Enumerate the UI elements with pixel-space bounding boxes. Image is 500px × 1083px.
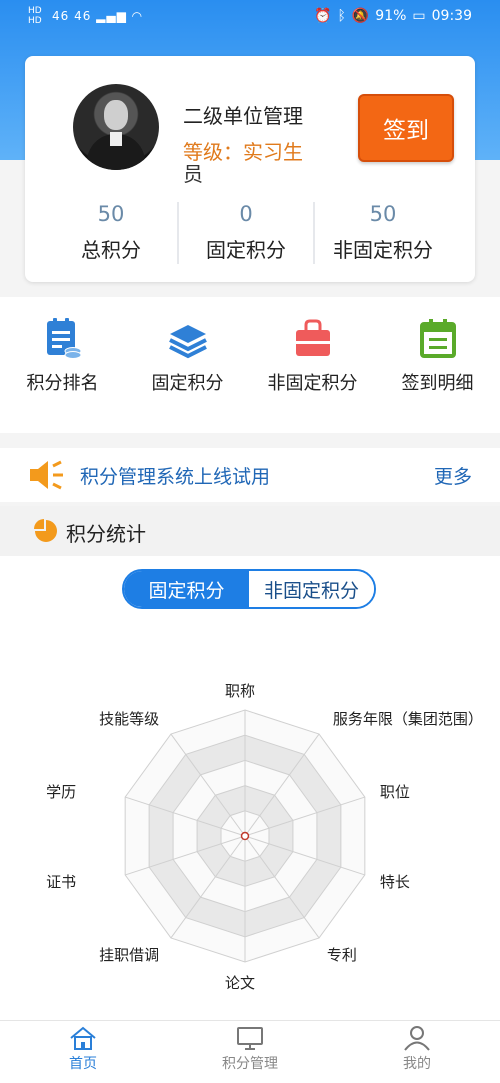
status-bar: HD HD 46 46 ▂▄▆ ◠ ⏰ ᛒ 🔕 91% ▭ 09:39 — [0, 0, 500, 34]
stats-row: 50 总积分 0 固定积分 50 非固定积分 — [25, 196, 475, 272]
alarm-icon: ⏰ — [314, 8, 332, 24]
menu-label: 签到明细 — [401, 373, 474, 394]
radar-axis-label: 职位 — [379, 782, 410, 801]
signal-icon: 46 46 ▂▄▆ ◠ — [52, 9, 144, 23]
quick-menu: 积分排名 固定积分 非固定积分 签到明细 — [0, 297, 500, 433]
menu-signin-detail[interactable]: 签到明细 — [375, 317, 500, 395]
radar-point — [240, 831, 250, 841]
menu-fixed[interactable]: 固定积分 — [125, 317, 250, 395]
unit-name: 二级单位管理 — [183, 104, 303, 128]
tab-fixed-points[interactable]: 固定积分 — [124, 571, 249, 607]
home-icon — [70, 1026, 96, 1050]
tab-nonfixed-points[interactable]: 非固定积分 — [249, 571, 374, 607]
tab-label: 首页 — [69, 1056, 97, 1072]
stat-label: 固定积分 — [206, 238, 286, 262]
status-right: ⏰ ᛒ 🔕 91% ▭ 09:39 — [308, 8, 472, 24]
stat-label: 非固定积分 — [333, 238, 433, 262]
radar-axis-label: 职称 — [225, 682, 256, 700]
unit-name-wrap: 员 — [183, 162, 203, 186]
avatar[interactable] — [73, 84, 159, 170]
ranking-doc-icon — [46, 318, 81, 359]
section-title: 积分统计 — [66, 522, 146, 546]
profile-card: 二级单位管理 等级：实习生 员 签到 50 总积分 0 固定积分 50 非固定积… — [25, 56, 475, 282]
bag-icon — [295, 319, 330, 356]
more-link[interactable]: 更多 — [434, 462, 472, 489]
radar-axis-label: 服务年限（集团范围） — [332, 709, 483, 728]
radar-axis-label: 学历 — [46, 782, 77, 801]
radar-axis-label: 特长 — [379, 873, 410, 892]
stat-value: 50 — [369, 202, 397, 226]
tab-label: 我的 — [403, 1056, 431, 1072]
notice-bar[interactable]: 积分管理系统上线试用 更多 — [0, 448, 500, 502]
radar-axis-label: 挂职借调 — [99, 946, 160, 965]
hd-badges: HD HD — [28, 6, 42, 26]
bluetooth-icon: ᛒ — [337, 8, 346, 24]
battery-percent: 91% — [375, 8, 407, 24]
menu-label: 积分排名 — [26, 373, 99, 394]
stat-value: 50 — [97, 202, 125, 226]
battery-icon: ▭ — [412, 8, 426, 24]
mute-icon: 🔕 — [351, 8, 370, 24]
radar-axis-label: 证书 — [46, 873, 77, 892]
menu-nonfixed[interactable]: 非固定积分 — [250, 317, 375, 395]
radar-axis-label: 技能等级 — [99, 709, 160, 728]
section-header: 积分统计 — [0, 506, 500, 556]
stat-nonfixed[interactable]: 50 非固定积分 — [313, 196, 453, 263]
speaker-icon — [30, 460, 63, 490]
tab-mine[interactable]: 我的 — [334, 1025, 500, 1073]
tab-points-mgmt[interactable]: 积分管理 — [167, 1025, 333, 1073]
stat-label: 总积分 — [81, 238, 141, 262]
bottom-tab-bar: 首页 积分管理 我的 — [0, 1020, 500, 1083]
signin-button[interactable]: 签到 — [358, 94, 454, 162]
menu-label: 固定积分 — [151, 373, 224, 394]
stat-value: 0 — [239, 202, 253, 226]
tab-home[interactable]: 首页 — [0, 1025, 166, 1073]
pie-chart-icon — [34, 519, 57, 542]
notice-text[interactable]: 积分管理系统上线试用 — [80, 462, 270, 489]
segment-control: 固定积分 非固定积分 — [122, 569, 376, 609]
radar-axis-label: 论文 — [225, 974, 256, 992]
stat-fixed[interactable]: 0 固定积分 — [176, 196, 316, 263]
stats-panel: 固定积分 非固定积分 职称服务年限（集团范围） 职位特长专利论文 挂职借调 证书 学历 技… — [0, 556, 500, 1020]
tab-label: 积分管理 — [222, 1056, 278, 1072]
menu-ranking[interactable]: 积分排名 — [0, 317, 125, 395]
user-icon — [404, 1026, 430, 1051]
menu-label: 非固定积分 — [267, 373, 358, 394]
stat-total[interactable]: 50 总积分 — [41, 196, 181, 263]
monitor-icon — [237, 1027, 263, 1050]
layers-icon — [168, 325, 207, 359]
calendar-icon — [419, 319, 456, 358]
radar-axis-label: 专利 — [326, 946, 357, 965]
clock: 09:39 — [431, 8, 472, 24]
